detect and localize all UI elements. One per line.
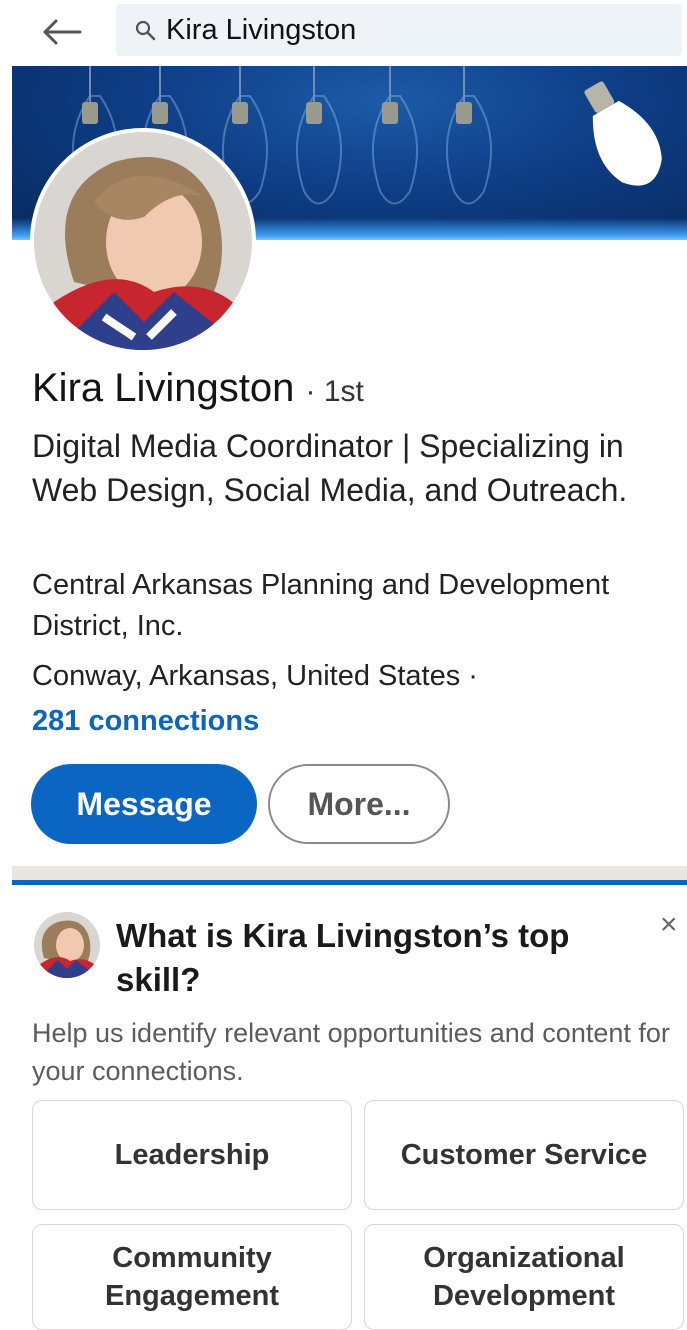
- profile-company: Central Arkansas Planning and Developmen…: [32, 569, 610, 642]
- back-button[interactable]: [38, 10, 86, 54]
- search-query[interactable]: Kira Livingston: [166, 14, 356, 47]
- top-bar: Kira Livingston: [0, 0, 687, 66]
- search-bar[interactable]: Kira Livingston: [116, 4, 682, 56]
- skill-question: What is Kira Livingston’s top skill?: [116, 917, 570, 998]
- profile-avatar[interactable]: [30, 128, 256, 354]
- profile-name: Kira Livingston · 1st: [32, 366, 364, 411]
- skill-option-customer-service[interactable]: Customer Service: [364, 1100, 684, 1210]
- profile-name-text: Kira Livingston: [32, 366, 295, 410]
- profile-location: Conway, Arkansas, United States ·: [32, 660, 478, 692]
- skill-option-community-engagement[interactable]: Community Engagement: [32, 1224, 352, 1330]
- skill-option-organizational-development[interactable]: Organizational Development: [364, 1224, 684, 1330]
- more-button[interactable]: More...: [268, 764, 450, 844]
- small-profile-photo: [34, 912, 100, 978]
- message-button[interactable]: Message: [31, 764, 257, 844]
- profile-photo: [34, 132, 252, 350]
- arrow-left-icon: [43, 19, 82, 45]
- connection-degree: · 1st: [305, 375, 364, 408]
- close-icon[interactable]: ×: [660, 910, 686, 940]
- connections-link[interactable]: 281 connections: [32, 705, 259, 738]
- skill-option-leadership[interactable]: Leadership: [32, 1100, 352, 1210]
- search-icon: [135, 20, 156, 41]
- section-divider: [12, 866, 687, 880]
- profile-headline: Digital Media Coordinator | Specializing…: [32, 428, 628, 508]
- section-divider-accent: [12, 880, 687, 885]
- skill-help-text: Help us identify relevant opportunities …: [32, 1018, 670, 1086]
- skill-prompt-avatar: [34, 912, 100, 978]
